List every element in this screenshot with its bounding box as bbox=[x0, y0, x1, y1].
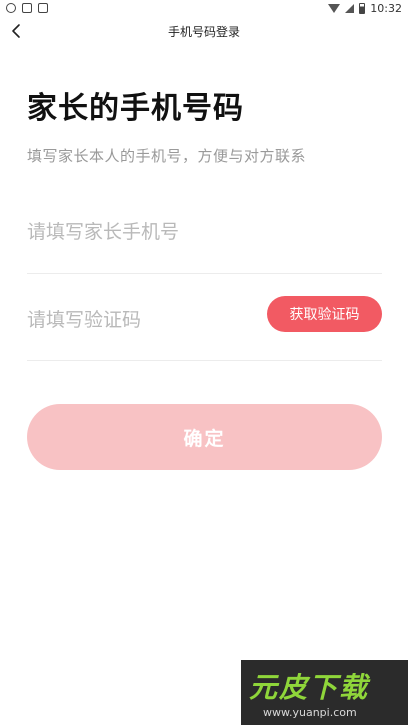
watermark: 元皮下载 www.yuanpi.com bbox=[241, 660, 408, 725]
watermark-logo: 元皮下载 bbox=[249, 671, 370, 704]
status-system-icons: 10:32 bbox=[328, 2, 402, 15]
wifi-icon bbox=[328, 4, 341, 13]
status-notification-icons bbox=[6, 3, 48, 13]
nav-title: 手机号码登录 bbox=[167, 25, 240, 39]
sync-icon bbox=[6, 3, 16, 13]
verification-code-input[interactable] bbox=[27, 306, 257, 334]
app-notification-icon bbox=[38, 3, 48, 13]
status-time: 10:32 bbox=[370, 2, 402, 15]
watermark-url: www.yuanpi.com bbox=[263, 706, 357, 719]
nav-bar: 手机号码登录 bbox=[0, 18, 408, 46]
status-bar: 10:32 bbox=[0, 0, 408, 18]
confirm-button[interactable]: 确定 bbox=[27, 404, 382, 470]
signal-icon bbox=[345, 4, 355, 13]
phone-field bbox=[27, 212, 382, 274]
battery-icon bbox=[359, 3, 366, 14]
verification-code-field: 获取验证码 bbox=[27, 296, 382, 361]
page-subtitle: 填写家长本人的手机号，方便与对方联系 bbox=[27, 147, 307, 165]
phone-input[interactable] bbox=[27, 218, 257, 246]
image-icon bbox=[22, 3, 32, 13]
page-title: 家长的手机号码 bbox=[27, 91, 244, 126]
get-code-button[interactable]: 获取验证码 bbox=[267, 296, 382, 332]
login-screen: 10:32 手机号码登录 家长的手机号码 填写家长本人的手机号，方便与对方联系 … bbox=[0, 0, 408, 725]
